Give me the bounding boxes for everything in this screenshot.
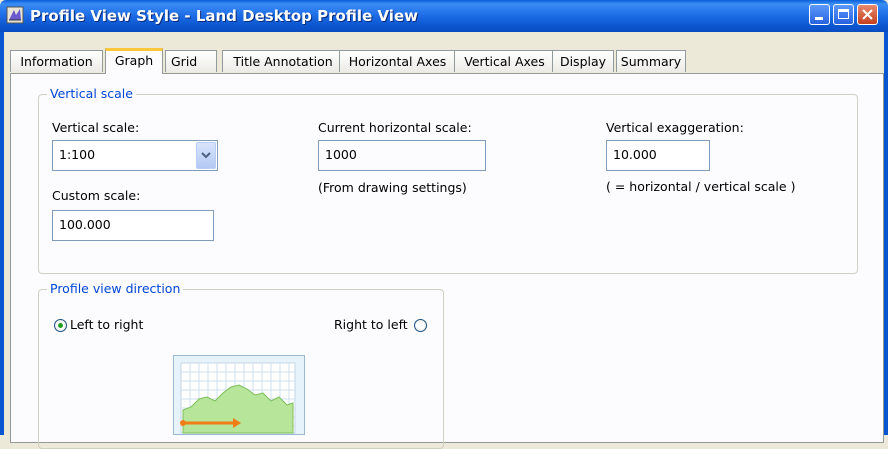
tab-vertical-axes[interactable]: Vertical Axes	[454, 50, 555, 72]
close-icon	[862, 9, 873, 20]
current-horizontal-scale-value: 1000	[325, 147, 357, 162]
chevron-down-icon	[201, 152, 211, 159]
tab-summary[interactable]: Summary	[616, 50, 686, 72]
exaggeration-formula-note: ( = horizontal / vertical scale )	[606, 179, 796, 194]
minimize-button[interactable]	[809, 4, 830, 25]
from-drawing-settings-note: (From drawing settings)	[318, 180, 467, 195]
tab-display[interactable]: Display	[552, 50, 614, 72]
radio-selected-dot	[58, 323, 63, 328]
minimize-icon	[815, 17, 823, 20]
vertical-exaggeration-field[interactable]: 10.000	[606, 140, 710, 171]
close-button[interactable]	[857, 4, 878, 25]
window-frame-right	[884, 32, 888, 435]
civil-3d-app-icon	[6, 6, 24, 24]
custom-scale-field[interactable]: 100.000	[52, 210, 214, 241]
current-horizontal-scale-field: 1000	[318, 140, 486, 171]
maximize-button[interactable]	[833, 4, 854, 25]
maximize-icon	[838, 9, 849, 19]
right-to-left-radio[interactable]	[414, 319, 427, 332]
vertical-scale-label: Vertical scale:	[52, 120, 140, 135]
vertical-scale-value: 1:100	[59, 147, 96, 162]
vertical-scale-group-title: Vertical scale	[47, 86, 136, 101]
window-titlebar[interactable]: Profile View Style - Land Desktop Profil…	[0, 0, 888, 32]
left-to-right-radio[interactable]	[54, 319, 67, 332]
profile-view-direction-group-title: Profile view direction	[47, 281, 184, 296]
tab-title-annotation[interactable]: Title Annotation	[222, 50, 344, 72]
window-title: Profile View Style - Land Desktop Profil…	[30, 7, 418, 25]
tab-horizontal-axes[interactable]: Horizontal Axes	[339, 50, 456, 72]
right-to-left-label[interactable]: Right to left	[334, 317, 408, 332]
left-to-right-label[interactable]: Left to right	[70, 317, 143, 332]
tab-grid[interactable]: Grid	[165, 50, 217, 72]
custom-scale-value: 100.000	[59, 217, 111, 232]
custom-scale-label: Custom scale:	[52, 188, 141, 203]
dropdown-button[interactable]	[196, 142, 216, 169]
window-frame-left	[0, 32, 4, 435]
tab-information[interactable]: Information	[10, 50, 103, 72]
vertical-exaggeration-value: 10.000	[613, 147, 657, 162]
profile-view-preview-image	[173, 355, 305, 435]
tab-graph[interactable]: Graph	[105, 48, 163, 74]
vertical-scale-dropdown[interactable]: 1:100	[52, 140, 218, 171]
vertical-exaggeration-label: Vertical exaggeration:	[606, 120, 744, 135]
current-horizontal-scale-label: Current horizontal scale:	[318, 120, 472, 135]
